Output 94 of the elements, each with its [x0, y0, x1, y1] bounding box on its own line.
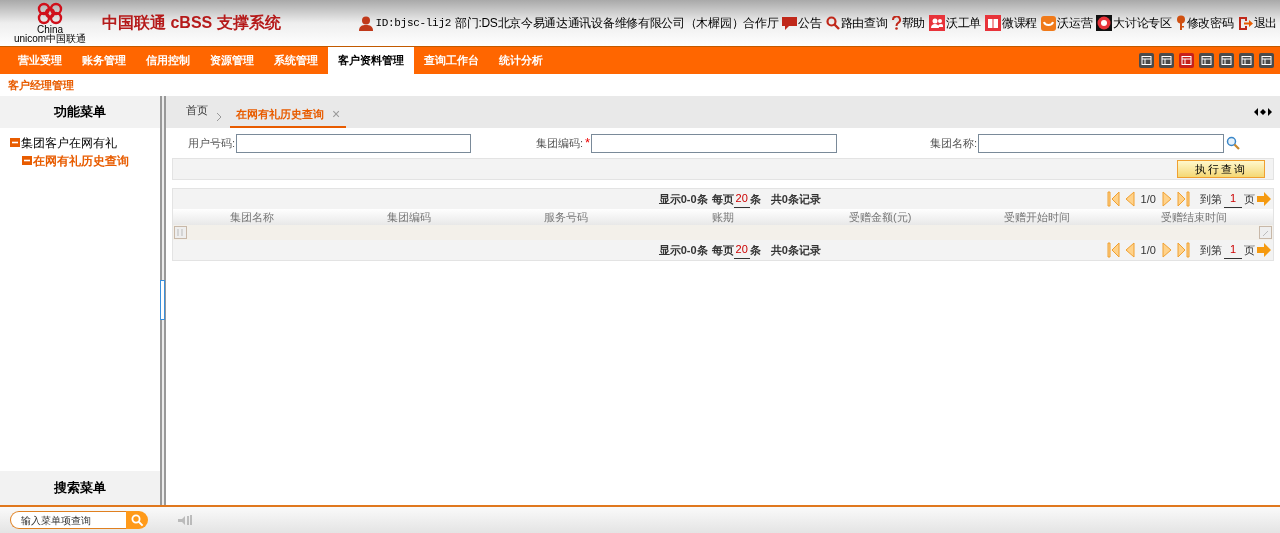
- logo-text: unicom: [13, 34, 47, 44]
- book-icon[interactable]: [985, 15, 1002, 31]
- knot-logo-icon: [35, 1, 65, 25]
- goto-label: 到第: [1199, 242, 1222, 258]
- go-arrow-icon[interactable]: [1257, 243, 1271, 257]
- exit-icon[interactable]: [1237, 15, 1253, 31]
- header-link[interactable]: 大讨论专区: [1113, 14, 1172, 32]
- header-link[interactable]: 沃工单: [945, 14, 982, 32]
- department-label: 部门:DS北京今易通达通讯设备维修有限公司（木樨园）合作厅: [455, 15, 779, 32]
- smile-icon[interactable]: [1041, 15, 1057, 31]
- per-page-label: 每页: [711, 191, 734, 207]
- sidebar-section-title: 搜索菜单: [54, 479, 106, 498]
- user-id: ID:bjsc-lij2: [375, 15, 451, 31]
- nav-tab[interactable]: 信用控制: [136, 47, 200, 74]
- record-range: 显示0-0条: [658, 242, 708, 258]
- go-arrow-icon[interactable]: [1257, 192, 1271, 206]
- column-header: 受赠结束时间: [1161, 210, 1228, 223]
- system-title: 中国联通 cBSS 支撑系统: [102, 13, 281, 33]
- per-page-label: 每页: [711, 242, 734, 258]
- column-header: 账期: [712, 210, 734, 223]
- question-mark-icon[interactable]: [891, 16, 901, 30]
- tree-item[interactable]: 在网有礼历史查询: [33, 152, 129, 170]
- goto-unit: 页: [1244, 191, 1255, 207]
- per-page-field[interactable]: 20: [733, 241, 750, 259]
- window-icon[interactable]: [1259, 53, 1274, 68]
- layout-icon[interactable]: [1199, 53, 1214, 68]
- page-tab[interactable]: 在网有礼历史查询: [236, 105, 324, 123]
- window-icon[interactable]: [1239, 53, 1254, 68]
- goto-unit: 页: [1244, 242, 1255, 258]
- nav-tab[interactable]: 账务管理: [72, 47, 136, 74]
- input-field[interactable]: [236, 133, 471, 153]
- sidebar-title: 功能菜单: [54, 103, 106, 122]
- column-header: 受赠金额(元): [848, 210, 912, 223]
- nav-tab[interactable]: 统计分析: [489, 47, 553, 74]
- search-icon[interactable]: [825, 16, 840, 30]
- scroll-arrows-icon[interactable]: [1254, 108, 1272, 116]
- goto-page-field[interactable]: 1: [1223, 190, 1242, 208]
- input-field[interactable]: [591, 133, 837, 153]
- section-title: 客户经理管理: [8, 77, 74, 93]
- page-indicator: 1/0: [1140, 242, 1156, 258]
- last-page-icon[interactable]: [1175, 191, 1190, 207]
- nav-tab[interactable]: 客户资料管理: [328, 47, 414, 74]
- speech-bubble-icon[interactable]: [782, 16, 798, 30]
- layout-icon[interactable]: [1219, 53, 1234, 68]
- nav-tab[interactable]: 系统管理: [264, 47, 328, 74]
- page-indicator: 1/0: [1140, 191, 1156, 207]
- layout-icon[interactable]: [1179, 53, 1194, 68]
- column-header: 受赠开始时间: [1004, 210, 1071, 223]
- field-label: 集团名称:: [929, 135, 977, 151]
- field-label: 用户号码:: [188, 135, 236, 151]
- field-label: 集团编码:: [535, 135, 583, 151]
- column-header: 服务号码: [543, 210, 588, 223]
- record-total: 共0条记录: [770, 242, 821, 258]
- menu-search-field[interactable]: 输入菜单项查询: [10, 511, 126, 529]
- goto-page-field[interactable]: 1: [1223, 241, 1242, 259]
- search-icon[interactable]: [1226, 136, 1240, 150]
- tree-item[interactable]: 集团客户在网有礼: [21, 134, 117, 152]
- collapse-handle[interactable]: [160, 280, 165, 320]
- user-icon: [359, 15, 374, 31]
- search-button[interactable]: [126, 511, 148, 529]
- last-page-icon[interactable]: [1175, 242, 1190, 258]
- first-page-icon[interactable]: [1106, 242, 1121, 258]
- column-toggle-icon[interactable]: [174, 226, 187, 239]
- collapse-icon[interactable]: [10, 138, 20, 148]
- header-link[interactable]: 微课程: [1002, 14, 1038, 32]
- nav-tab[interactable]: 营业受理: [8, 47, 72, 74]
- home-tab[interactable]: 首页: [186, 101, 208, 118]
- chevron-icon: [216, 112, 222, 122]
- badge-icon[interactable]: [1096, 15, 1113, 31]
- header-link[interactable]: 修改密码: [1186, 14, 1234, 32]
- column-header: 集团名称: [229, 210, 274, 223]
- required-mark: *: [584, 134, 590, 153]
- per-page-unit: 条: [749, 191, 761, 207]
- nav-tab[interactable]: 查询工作台: [414, 47, 489, 74]
- nav-tab[interactable]: 资源管理: [200, 47, 264, 74]
- key-icon[interactable]: [1175, 15, 1186, 31]
- first-page-icon[interactable]: [1106, 191, 1121, 207]
- per-page-field[interactable]: 20: [733, 190, 750, 208]
- header-link[interactable]: 退出: [1253, 14, 1277, 32]
- people-icon[interactable]: [928, 15, 945, 31]
- per-page-unit: 条: [749, 242, 761, 258]
- logo-text: China: [36, 25, 64, 34]
- header-link[interactable]: 路由查询: [840, 14, 888, 32]
- collapse-icon[interactable]: [22, 156, 32, 166]
- column-header: 集团编码: [386, 210, 431, 223]
- header-link[interactable]: 沃运营: [1057, 14, 1093, 32]
- logo-brand: 中国联通: [46, 34, 87, 44]
- input-field[interactable]: [978, 133, 1224, 153]
- header-link[interactable]: 帮助: [901, 14, 925, 32]
- header-link[interactable]: 公告: [798, 14, 822, 32]
- record-total: 共0条记录: [770, 191, 821, 207]
- goto-label: 到第: [1199, 191, 1222, 207]
- search-button[interactable]: 执行查询: [1177, 160, 1265, 178]
- record-range: 显示0-0条: [658, 191, 708, 207]
